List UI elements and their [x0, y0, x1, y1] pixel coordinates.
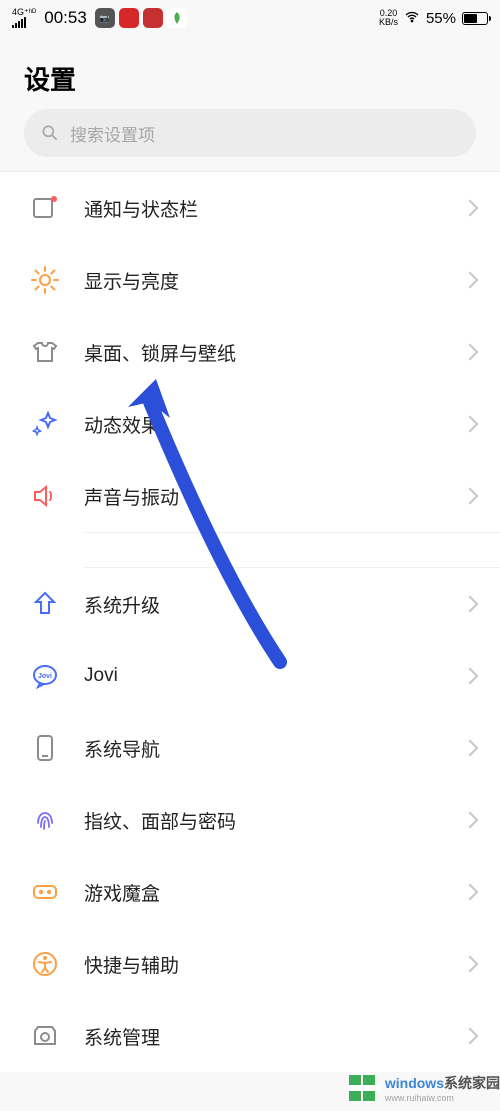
- arrow-up-fat-icon: [30, 589, 60, 619]
- app-notification-icon: 📷: [95, 8, 115, 28]
- sparkle-icon: [30, 409, 60, 439]
- row-jovi[interactable]: Jovi Jovi: [0, 640, 500, 712]
- chevron-right-icon: [462, 1028, 479, 1045]
- row-wallpaper[interactable]: 桌面、锁屏与壁纸: [0, 316, 500, 388]
- status-bar: 4G⁺ʰᴰ 00:53 📷 0.20 KB/s 55%: [0, 0, 500, 36]
- row-label: 指纹、面部与密码: [84, 807, 464, 834]
- network-indicator: 4G⁺ʰᴰ: [12, 8, 36, 28]
- row-upgrade[interactable]: 系统升级: [0, 568, 500, 640]
- app-notification-icon: [119, 8, 139, 28]
- phone-outline-icon: [30, 733, 60, 763]
- row-label: 系统导航: [84, 735, 464, 762]
- row-label: 游戏魔盒: [84, 879, 464, 906]
- row-label: 动态效果: [84, 411, 464, 438]
- chevron-right-icon: [462, 344, 479, 361]
- chevron-right-icon: [462, 740, 479, 757]
- row-gamebox[interactable]: 游戏魔盒: [0, 856, 500, 928]
- accessibility-person-icon: [30, 949, 60, 979]
- tshirt-icon: [30, 337, 60, 367]
- row-label: 系统管理: [84, 1023, 464, 1050]
- settings-list: 通知与状态栏 显示与亮度 桌面、锁屏与壁纸 动态效果 声音与振动: [0, 171, 500, 1072]
- watermark: windows系统家园 www.ruihaiw.com: [347, 1071, 500, 1105]
- search-wrap: 搜索设置项: [0, 109, 500, 171]
- status-right: 0.20 KB/s 55%: [379, 9, 488, 28]
- speaker-icon: [30, 481, 60, 511]
- clock: 00:53: [44, 8, 87, 28]
- network-type-label: 4G⁺ʰᴰ: [12, 8, 36, 17]
- signal-bars-icon: [12, 17, 26, 28]
- wifi-icon: [404, 9, 420, 28]
- row-system-mgmt[interactable]: 系统管理: [0, 1000, 500, 1072]
- row-animation[interactable]: 动态效果: [0, 388, 500, 460]
- search-placeholder: 搜索设置项: [70, 121, 155, 146]
- page-title: 设置: [0, 36, 500, 109]
- row-label: 显示与亮度: [84, 267, 464, 294]
- brightness-sun-icon: [30, 265, 60, 295]
- chevron-right-icon: [462, 416, 479, 433]
- watermark-logo-icon: [347, 1071, 381, 1105]
- network-speed: 0.20 KB/s: [379, 9, 398, 27]
- gamepad-icon: [30, 877, 60, 907]
- notification-badge-icon: [30, 193, 60, 223]
- row-display[interactable]: 显示与亮度: [0, 244, 500, 316]
- battery-icon: [462, 12, 488, 25]
- jovi-bubble-icon: Jovi: [30, 661, 60, 691]
- chevron-right-icon: [462, 812, 479, 829]
- fingerprint-icon: [30, 805, 60, 835]
- row-notification[interactable]: 通知与状态栏: [0, 172, 500, 244]
- chevron-right-icon: [462, 488, 479, 505]
- search-input[interactable]: 搜索设置项: [24, 109, 476, 157]
- battery-percent: 55%: [426, 10, 456, 27]
- chevron-right-icon: [462, 884, 479, 901]
- watermark-text: windows系统家园 www.ruihaiw.com: [385, 1073, 500, 1103]
- chevron-right-icon: [462, 596, 479, 613]
- row-navigation[interactable]: 系统导航: [0, 712, 500, 784]
- camera-outline-icon: [30, 1021, 60, 1051]
- section-divider: [0, 532, 500, 568]
- row-label: 快捷与辅助: [84, 951, 464, 978]
- row-label: 系统升级: [84, 591, 464, 618]
- status-left: 4G⁺ʰᴰ 00:53 📷: [12, 8, 187, 28]
- chevron-right-icon: [462, 668, 479, 685]
- row-label: 通知与状态栏: [84, 195, 464, 222]
- row-security[interactable]: 指纹、面部与密码: [0, 784, 500, 856]
- app-notification-icon: [143, 8, 163, 28]
- search-icon: [40, 123, 60, 143]
- row-label: 桌面、锁屏与壁纸: [84, 339, 464, 366]
- row-label: 声音与振动: [84, 483, 464, 510]
- row-accessibility[interactable]: 快捷与辅助: [0, 928, 500, 1000]
- app-notification-icon: [167, 8, 187, 28]
- row-label: Jovi: [84, 665, 464, 687]
- chevron-right-icon: [462, 956, 479, 973]
- chevron-right-icon: [462, 200, 479, 217]
- row-sound[interactable]: 声音与振动: [0, 460, 500, 532]
- chevron-right-icon: [462, 272, 479, 289]
- svg-text:Jovi: Jovi: [38, 673, 52, 680]
